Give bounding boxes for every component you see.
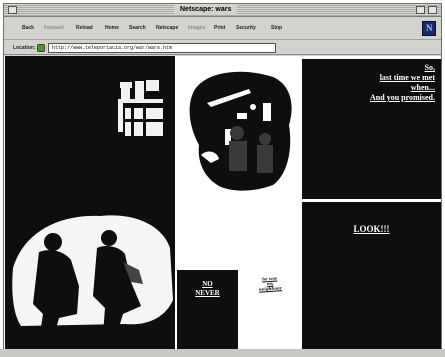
window-figures-image: [5, 80, 175, 351]
navigation-toolbar: Back Forward Reload Home Search Netscape…: [4, 18, 441, 40]
poem-link-so[interactable]: So,: [425, 63, 435, 72]
stop-button[interactable]: Stop: [271, 25, 282, 32]
no-never-line-2: NEVER: [195, 289, 220, 297]
logo-letter: N: [426, 23, 433, 33]
forward-button[interactable]: Forward: [44, 25, 64, 32]
scribble-link[interactable]: he was my neighbour: [248, 274, 293, 292]
home-button[interactable]: Home: [105, 25, 119, 32]
poem-link-promised[interactable]: And you promised.: [370, 93, 435, 102]
bookmark-icon[interactable]: [37, 44, 45, 52]
window-title: Netscape: wars: [174, 5, 238, 15]
frame-poem[interactable]: So, last time we met when... And you pro…: [302, 59, 441, 199]
back-button[interactable]: Back: [22, 25, 34, 32]
soldiers-image: [189, 71, 292, 191]
status-bar: [0, 349, 445, 357]
frame-window-figures[interactable]: [5, 56, 175, 351]
print-button[interactable]: Print: [214, 25, 225, 32]
location-bar: Location: http://www.teleportacia.org/wa…: [4, 41, 441, 55]
no-never-link[interactable]: NO NEVER: [177, 280, 238, 298]
images-button[interactable]: Images: [188, 25, 205, 32]
location-label: Location:: [13, 45, 36, 51]
poem-text: So, last time we met when... And you pro…: [370, 63, 435, 103]
collapse-box-icon[interactable]: [428, 6, 437, 14]
no-never-line-1: NO: [202, 280, 213, 288]
netscape-logo-icon: N: [422, 21, 436, 36]
figures-light-area: [12, 215, 173, 326]
page-content: So, last time we met when... And you pro…: [4, 56, 441, 353]
frame-no-never[interactable]: NO NEVER: [177, 270, 238, 351]
url-input[interactable]: http://www.teleportacia.org/war/wars.htm: [48, 43, 276, 53]
window-image: [118, 80, 163, 136]
netscape-button[interactable]: Netscape: [156, 25, 178, 32]
security-button[interactable]: Security: [236, 25, 256, 32]
close-box-icon[interactable]: [8, 6, 17, 14]
frame-soldiers[interactable]: [177, 59, 300, 267]
title-bar[interactable]: Netscape: wars: [4, 4, 441, 17]
poem-link-when[interactable]: when...: [411, 83, 435, 92]
search-button[interactable]: Search: [129, 25, 146, 32]
frame-scribble[interactable]: he was my neighbour: [240, 270, 300, 351]
browser-window: Netscape: wars Back Forward Reload Home …: [3, 3, 442, 354]
poem-link-last-time[interactable]: last time we met: [380, 73, 435, 82]
frame-look[interactable]: LOOK!!!: [302, 202, 441, 351]
look-link[interactable]: LOOK!!!: [302, 224, 441, 234]
zoom-box-icon[interactable]: [416, 6, 425, 14]
reload-button[interactable]: Reload: [76, 25, 93, 32]
